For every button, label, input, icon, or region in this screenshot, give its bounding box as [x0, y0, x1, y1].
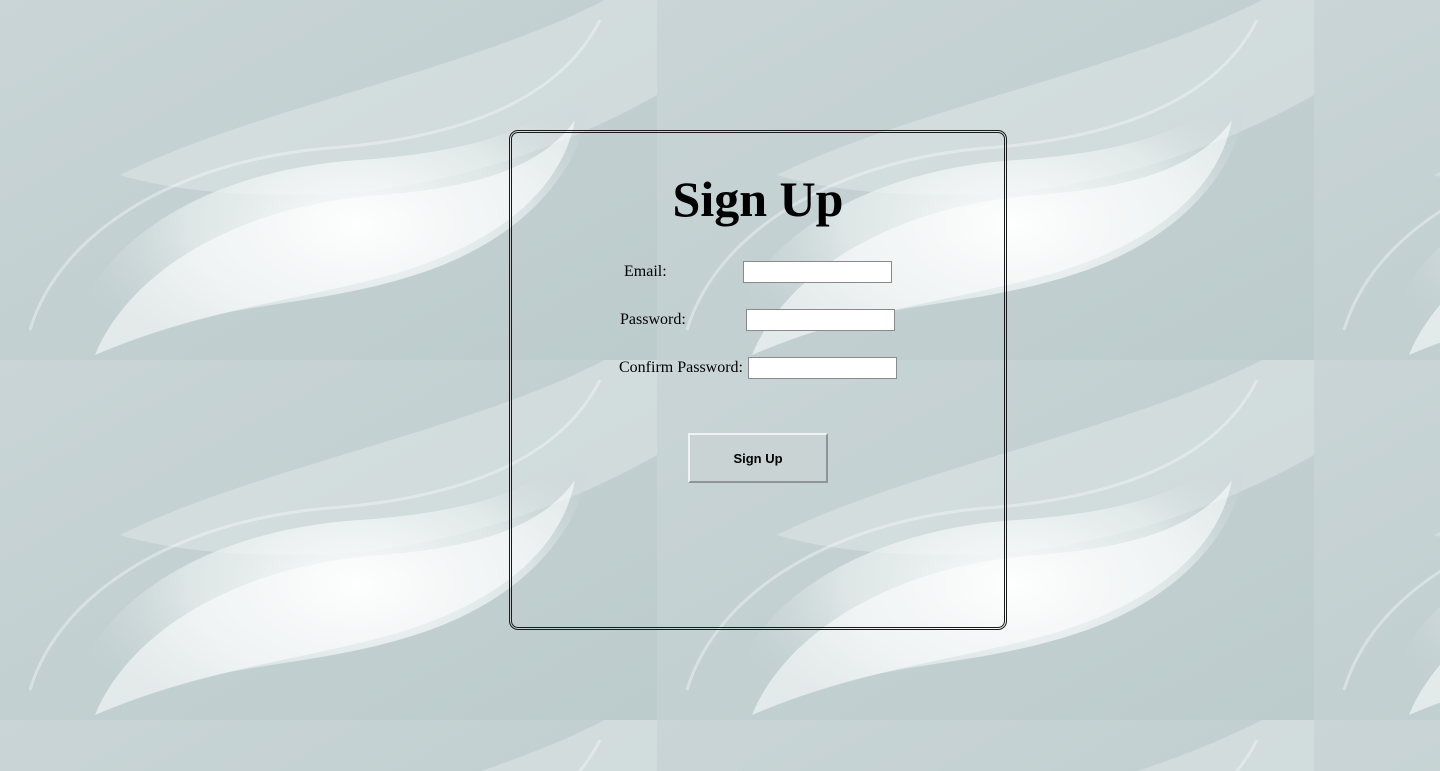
email-label: Email: [624, 263, 667, 280]
confirm-password-field[interactable] [748, 357, 897, 379]
password-label: Password: [620, 311, 686, 328]
confirm-password-label: Confirm Password: [619, 359, 743, 376]
page-title: Sign Up [672, 171, 844, 227]
sign-up-button[interactable]: Sign Up [688, 433, 828, 483]
signup-card: Sign Up Email: Password: Confirm Passwor… [509, 130, 1007, 630]
password-field[interactable] [746, 309, 895, 331]
email-field[interactable] [743, 261, 892, 283]
